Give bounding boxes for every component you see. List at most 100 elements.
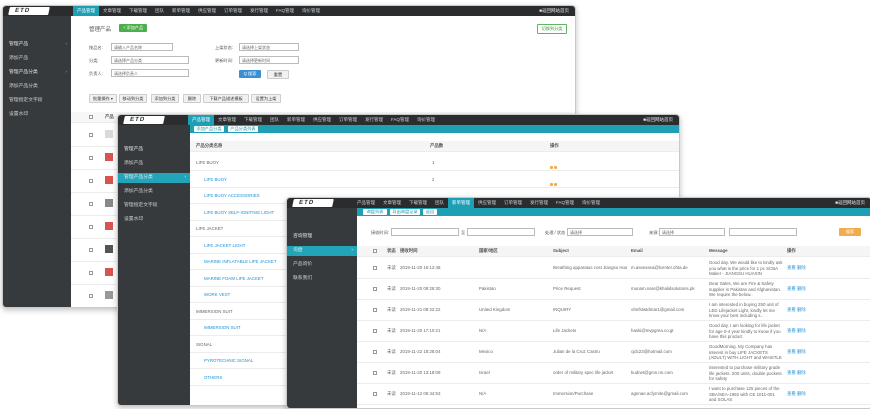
- source-select[interactable]: 请选择: [659, 228, 725, 236]
- sidebar-item-product-inquiries[interactable]: 产品询价: [287, 260, 357, 270]
- table-row[interactable]: LIFE BUOY 1: [190, 155, 679, 171]
- category-name[interactable]: WORK VEST: [204, 287, 230, 302]
- sidebar-item-manage-categories[interactable]: 管理产品分类 ›: [118, 173, 190, 183]
- keyword-input[interactable]: [729, 228, 797, 236]
- row-checkbox[interactable]: [89, 248, 93, 252]
- nav-item[interactable]: 产品管理: [353, 198, 379, 208]
- nav-item[interactable]: 供应管理: [194, 6, 220, 16]
- sidebar-item-manage-products[interactable]: 管理产品 ›: [3, 40, 71, 50]
- search-button[interactable]: 搜索: [839, 228, 861, 236]
- nav-item[interactable]: 团队: [431, 198, 448, 208]
- row-checkbox[interactable]: [89, 156, 93, 160]
- row-checkbox[interactable]: [373, 329, 377, 333]
- category-name[interactable]: PYROTECHNIC SIGNAL: [204, 353, 253, 368]
- sidebar-item-watermark[interactable]: 设置水印: [118, 215, 190, 225]
- nav-item[interactable]: 下载管理: [405, 198, 431, 208]
- search-button[interactable]: Q 搜索: [239, 70, 261, 78]
- back-to-site-link[interactable]: ■返回网站首页: [539, 6, 569, 16]
- nav-item[interactable]: 订单管理: [335, 115, 361, 125]
- category-name[interactable]: IMMERSION SUIT: [204, 320, 241, 335]
- status-select[interactable]: 请选择上架状态: [239, 43, 299, 51]
- date-to-input[interactable]: [467, 228, 535, 236]
- tab-export-inquiries[interactable]: 导出询盘记录: [390, 209, 420, 215]
- nav-item[interactable]: 订单管理: [500, 198, 526, 208]
- table-row[interactable]: 未读 2019-11-20 16:12:48 Breathing apparatus…: [357, 258, 870, 279]
- table-row[interactable]: 未读 2019-11-20 13:18:09 Israel order of mili…: [357, 363, 870, 384]
- nav-item[interactable]: FAQ管理: [387, 115, 413, 125]
- row-checkbox[interactable]: [373, 392, 377, 396]
- sidebar-item-watermark[interactable]: 设置水印: [3, 110, 71, 120]
- tab-category-list[interactable]: 产品分类列表: [228, 126, 258, 132]
- add-to-category-button[interactable]: 添加到分类: [151, 94, 179, 103]
- row-ops-links[interactable]: 查看 删除: [787, 391, 806, 397]
- row-checkbox[interactable]: [89, 271, 93, 275]
- nav-item[interactable]: 产品管理: [188, 115, 214, 125]
- nav-item[interactable]: 文章管理: [379, 198, 405, 208]
- sidebar-item-add-product[interactable]: 添加产品: [118, 159, 190, 169]
- category-name[interactable]: LIFE BUOY: [204, 172, 227, 187]
- nav-item[interactable]: 文章管理: [99, 6, 125, 16]
- nav-item[interactable]: 供应管理: [309, 115, 335, 125]
- table-row[interactable]: 未读 2019-11-12 06:44:53 N/A Immersion/Purcha…: [357, 384, 870, 405]
- status-select[interactable]: 请选择: [567, 228, 633, 236]
- folder-icon[interactable]: [554, 182, 557, 186]
- back-to-site-link[interactable]: ■返回网站首页: [835, 198, 865, 208]
- switch-category-button[interactable]: 切换到分类: [537, 24, 567, 34]
- sidebar-item-manage-products[interactable]: 管理产品: [118, 145, 190, 155]
- row-checkbox[interactable]: [89, 179, 93, 183]
- back-to-site-link[interactable]: ■返回网站首页: [643, 115, 673, 125]
- row-checkbox[interactable]: [89, 133, 93, 137]
- nav-item[interactable]: 下载管理: [240, 115, 266, 125]
- category-select[interactable]: 请选择产品分类: [111, 56, 189, 64]
- nav-item[interactable]: 询价管理: [413, 115, 439, 125]
- table-row[interactable]: 未读 2019-11-22 18:28:04 Mexico Julian de la …: [357, 342, 870, 363]
- nav-item[interactable]: 询价管理: [578, 198, 604, 208]
- sidebar-item-manage-categories[interactable]: 管理产品分类 ›: [3, 68, 71, 78]
- nav-item[interactable]: 发行管理: [246, 6, 272, 16]
- delete-button[interactable]: 删除: [183, 94, 201, 103]
- nav-item[interactable]: 新单管理: [168, 6, 194, 16]
- row-checkbox[interactable]: [89, 202, 93, 206]
- nav-item[interactable]: 新单管理: [283, 115, 309, 125]
- row-ops-links[interactable]: 查看 删除: [787, 370, 806, 376]
- nav-item[interactable]: 新单管理: [448, 198, 474, 208]
- nav-item[interactable]: 团队: [266, 115, 283, 125]
- nav-item[interactable]: FAQ管理: [552, 198, 578, 208]
- download-template-button[interactable]: 下载产品描述模板: [203, 94, 249, 103]
- owner-select[interactable]: 请选择负责人: [111, 69, 189, 77]
- sidebar-item-add-category[interactable]: 添加产品分类: [3, 82, 71, 92]
- row-checkbox[interactable]: [373, 287, 377, 291]
- table-row[interactable]: 未读 2019-11-20 17:10:21 N/A Life Jackets hask…: [357, 321, 870, 342]
- row-checkbox[interactable]: [373, 266, 377, 270]
- sidebar-item-inquiries[interactable]: 询盘 ›: [287, 246, 357, 256]
- tab-inquiry-list[interactable]: 询盘列表: [363, 209, 387, 215]
- row-ops-links[interactable]: 查看 删除: [787, 286, 806, 292]
- sidebar-item-custom-fields[interactable]: 管理指定文字段: [3, 96, 71, 106]
- category-name[interactable]: MARINE INFLATABLE LIFE JACKET: [204, 254, 277, 269]
- row-checkbox[interactable]: [373, 371, 377, 375]
- edit-icon[interactable]: [550, 182, 553, 186]
- set-listed-button[interactable]: 设置为上架: [251, 94, 281, 103]
- tab-add-category[interactable]: 添加产品分类: [194, 126, 224, 132]
- tab-back[interactable]: 返回: [423, 209, 437, 215]
- product-name-input[interactable]: 请输入产品名称: [111, 43, 173, 51]
- category-name[interactable]: LIFE JACKET LIGHT: [204, 238, 245, 253]
- table-row[interactable]: 未读 2019-11-20 09:28:30 Pakistan Price Reque…: [357, 279, 870, 300]
- move-to-category-button[interactable]: 移动到分类: [119, 94, 147, 103]
- row-ops-links[interactable]: 查看 删除: [787, 328, 806, 334]
- sidebar-item-add-category[interactable]: 添加产品分类: [118, 187, 190, 197]
- sidebar-item-inquiry-management[interactable]: 咨询管理: [287, 232, 357, 242]
- category-name[interactable]: LIFE BUOY ACCESSORIES: [204, 188, 260, 203]
- category-name[interactable]: MARINE FOAM LIFE JACKET: [204, 271, 264, 286]
- row-ops-links[interactable]: 查看 删除: [787, 265, 806, 271]
- nav-item[interactable]: 发行管理: [526, 198, 552, 208]
- nav-item[interactable]: 产品管理: [73, 6, 99, 16]
- nav-item[interactable]: 询价管理: [298, 6, 324, 16]
- nav-item[interactable]: 发行管理: [361, 115, 387, 125]
- category-name[interactable]: OTHERS: [204, 370, 222, 385]
- nav-item[interactable]: 订单管理: [220, 6, 246, 16]
- row-checkbox[interactable]: [373, 350, 377, 354]
- date-from-input[interactable]: [391, 228, 459, 236]
- nav-item[interactable]: FAQ管理: [272, 6, 298, 16]
- edit-icon[interactable]: [550, 166, 553, 169]
